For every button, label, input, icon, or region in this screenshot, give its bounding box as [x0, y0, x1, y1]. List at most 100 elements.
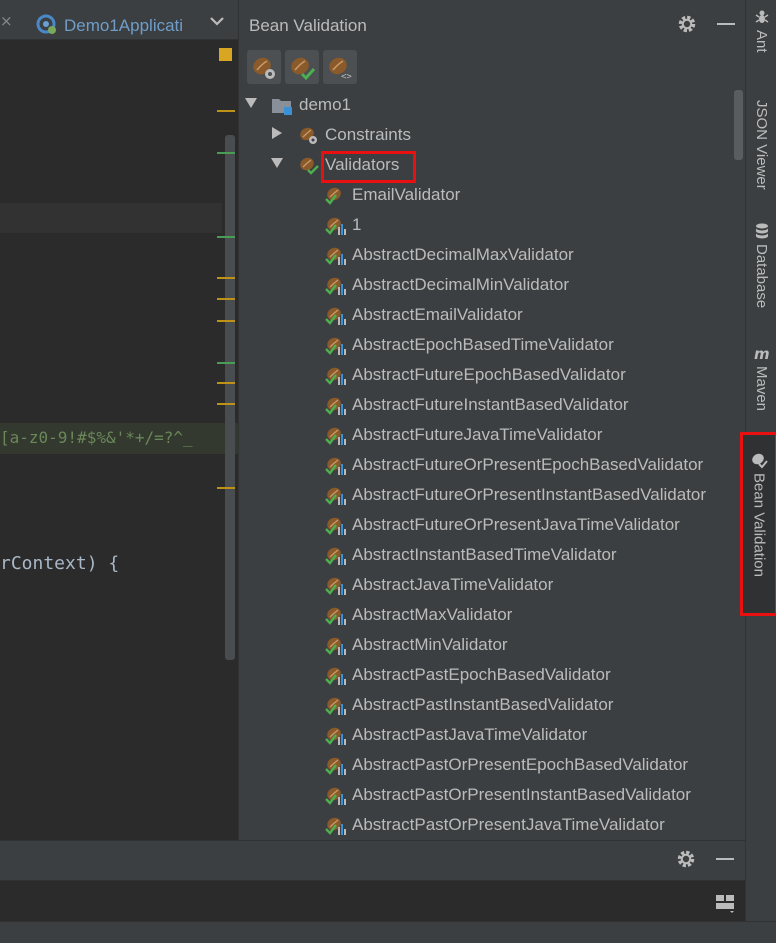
inspection-status-marker[interactable] — [219, 48, 232, 61]
validator-item[interactable]: AbstractEmailValidator — [324, 300, 523, 330]
validator-item-label: AbstractInstantBasedTimeValidator — [352, 545, 617, 564]
right-tool-strip: Ant JSON Viewer Database m Maven Bean Va… — [740, 0, 776, 921]
warning-stripe[interactable] — [217, 110, 235, 112]
chevron-down-icon[interactable] — [208, 15, 226, 27]
warning-stripe[interactable] — [217, 403, 235, 405]
validator-item[interactable]: AbstractPastEpochBasedValidator — [324, 660, 611, 690]
validation-tree: demo1 Constraints Validators EmailValida… — [239, 90, 734, 840]
collapsed-arrow-icon[interactable] — [271, 127, 283, 139]
bean-code-icon: <> — [329, 57, 352, 82]
warning-stripe[interactable] — [217, 382, 235, 384]
gear-icon[interactable] — [677, 14, 697, 34]
validator-item[interactable]: AbstractFutureOrPresentEpochBasedValidat… — [324, 450, 703, 480]
validator-item-label: AbstractPastInstantBasedValidator — [352, 695, 614, 714]
validator-class-icon — [325, 187, 341, 205]
warning-stripe[interactable] — [217, 277, 235, 279]
editor-tab-label[interactable]: Demo1Applicati — [64, 16, 183, 36]
layout-icon[interactable] — [714, 892, 736, 914]
validator-item[interactable]: AbstractMaxValidator — [324, 600, 512, 630]
bean-validators-icon — [291, 57, 316, 81]
validator-item[interactable]: AbstractFutureOrPresentInstantBasedValid… — [324, 480, 706, 510]
validator-item[interactable]: AbstractPastOrPresentJavaTimeValidator — [324, 810, 665, 840]
validator-item-label: AbstractFutureOrPresentInstantBasedValid… — [352, 485, 707, 504]
validator-item[interactable]: AbstractPastJavaTimeValidator — [324, 720, 587, 750]
validator-item[interactable]: AbstractDecimalMinValidator — [324, 270, 569, 300]
validator-item[interactable]: AbstractPastOrPresentEpochBasedValidator — [324, 750, 688, 780]
vtab-maven[interactable]: m Maven — [746, 344, 776, 424]
abstract-validator-class-icon — [325, 577, 346, 595]
validator-item[interactable]: AbstractDecimalMaxValidator — [324, 240, 574, 270]
validator-item-label: AbstractDecimalMaxValidator — [352, 245, 574, 264]
validator-item-label: AbstractFutureInstantBasedValidator — [352, 395, 629, 414]
editor-tab-bar: × Demo1Applicati — [0, 0, 238, 40]
editor-scrollbar[interactable] — [225, 135, 235, 660]
tree-row-constraints[interactable]: Constraints — [297, 120, 411, 150]
abstract-validator-class-icon — [325, 337, 346, 355]
hide-bottom-panel-button[interactable] — [716, 858, 734, 860]
panel-title: Bean Validation — [249, 16, 367, 35]
validator-item[interactable]: AbstractFutureEpochBasedValidator — [324, 360, 626, 390]
warning-stripe[interactable] — [217, 298, 235, 300]
change-stripe[interactable] — [217, 236, 235, 238]
abstract-validator-class-icon — [325, 607, 346, 625]
validator-item[interactable]: AbstractMinValidator — [324, 630, 508, 660]
show-code-button[interactable]: <> — [323, 50, 357, 84]
change-stripe[interactable] — [217, 362, 235, 364]
close-tab-icon[interactable]: × — [0, 12, 13, 30]
validator-item-label: AbstractPastEpochBasedValidator — [352, 665, 611, 684]
vtab-label: JSON Viewer — [753, 100, 770, 190]
abstract-validator-class-icon — [325, 727, 346, 745]
bottom-tool-window-header — [0, 840, 745, 880]
validator-item[interactable]: EmailValidator — [324, 180, 460, 210]
abstract-validator-class-icon — [325, 427, 346, 445]
tree-row-root[interactable]: demo1 — [271, 90, 351, 120]
vtab-ant[interactable]: Ant — [746, 8, 776, 72]
spring-boot-app-icon — [36, 14, 56, 34]
validator-item-label: AbstractEpochBasedTimeValidator — [352, 335, 614, 354]
validator-item[interactable]: AbstractFutureJavaTimeValidator — [324, 420, 602, 450]
tree-label-constraints: Constraints — [325, 125, 411, 144]
bean-validation-icon — [752, 453, 768, 469]
validator-item[interactable]: AbstractJavaTimeValidator — [324, 570, 553, 600]
validator-item-label: AbstractDecimalMinValidator — [352, 275, 569, 294]
code-snippet[interactable]: rContext) { — [0, 553, 119, 574]
validator-item[interactable]: AbstractFutureOrPresentJavaTimeValidator — [324, 510, 680, 540]
maven-icon: m — [754, 345, 770, 362]
validator-item[interactable]: AbstractEpochBasedTimeValidator — [324, 330, 614, 360]
validator-item[interactable]: 1 — [324, 210, 361, 240]
abstract-validator-class-icon — [325, 637, 346, 655]
warning-stripe[interactable] — [217, 320, 235, 322]
vtab-label: Bean Validation — [750, 473, 768, 577]
validator-item[interactable]: AbstractPastOrPresentInstantBasedValidat… — [324, 780, 691, 810]
tree-scrollbar[interactable] — [734, 90, 743, 160]
expanded-arrow-icon[interactable] — [245, 97, 257, 109]
validator-item-label: AbstractPastOrPresentEpochBasedValidator — [352, 755, 689, 774]
regex-code-snippet[interactable]: [a-z0-9!#$%&'*+/=?^_ — [0, 428, 193, 447]
vtab-database[interactable]: Database — [746, 222, 776, 322]
abstract-validator-class-icon — [325, 397, 346, 415]
show-constraints-button[interactable] — [247, 50, 281, 84]
abstract-validator-class-icon — [325, 667, 346, 685]
bean-validation-panel: Bean Validation <> demo1 Constraints Val… — [238, 0, 745, 840]
expanded-arrow-icon[interactable] — [271, 157, 283, 169]
validator-item-label: AbstractFutureOrPresentJavaTimeValidator — [352, 515, 680, 534]
show-validators-button[interactable] — [285, 50, 319, 84]
module-folder-icon — [272, 99, 292, 115]
validator-item-label: AbstractFutureJavaTimeValidator — [352, 425, 603, 444]
gear-icon[interactable] — [676, 849, 696, 869]
warning-stripe[interactable] — [217, 487, 235, 489]
bean-constraints-icon — [300, 127, 317, 144]
editor-area[interactable]: × Demo1Applicati [a-z0-9!#$%&'*+/=?^_ rC… — [0, 0, 238, 840]
validator-item[interactable]: AbstractPastInstantBasedValidator — [324, 690, 613, 720]
validator-item-label: AbstractJavaTimeValidator — [352, 575, 554, 594]
validator-item[interactable]: AbstractInstantBasedTimeValidator — [324, 540, 617, 570]
validator-item-label: AbstractPastOrPresentJavaTimeValidator — [352, 815, 665, 834]
validator-item[interactable]: AbstractFutureInstantBasedValidator — [324, 390, 629, 420]
abstract-validator-class-icon — [325, 247, 346, 265]
change-stripe[interactable] — [217, 152, 235, 154]
abstract-validator-class-icon — [325, 787, 346, 805]
vtab-bean-validation[interactable]: Bean Validation — [740, 432, 776, 616]
vtab-json-viewer[interactable]: JSON Viewer — [746, 96, 776, 196]
hide-panel-button[interactable] — [717, 23, 735, 25]
bean-validators-icon — [300, 157, 319, 175]
